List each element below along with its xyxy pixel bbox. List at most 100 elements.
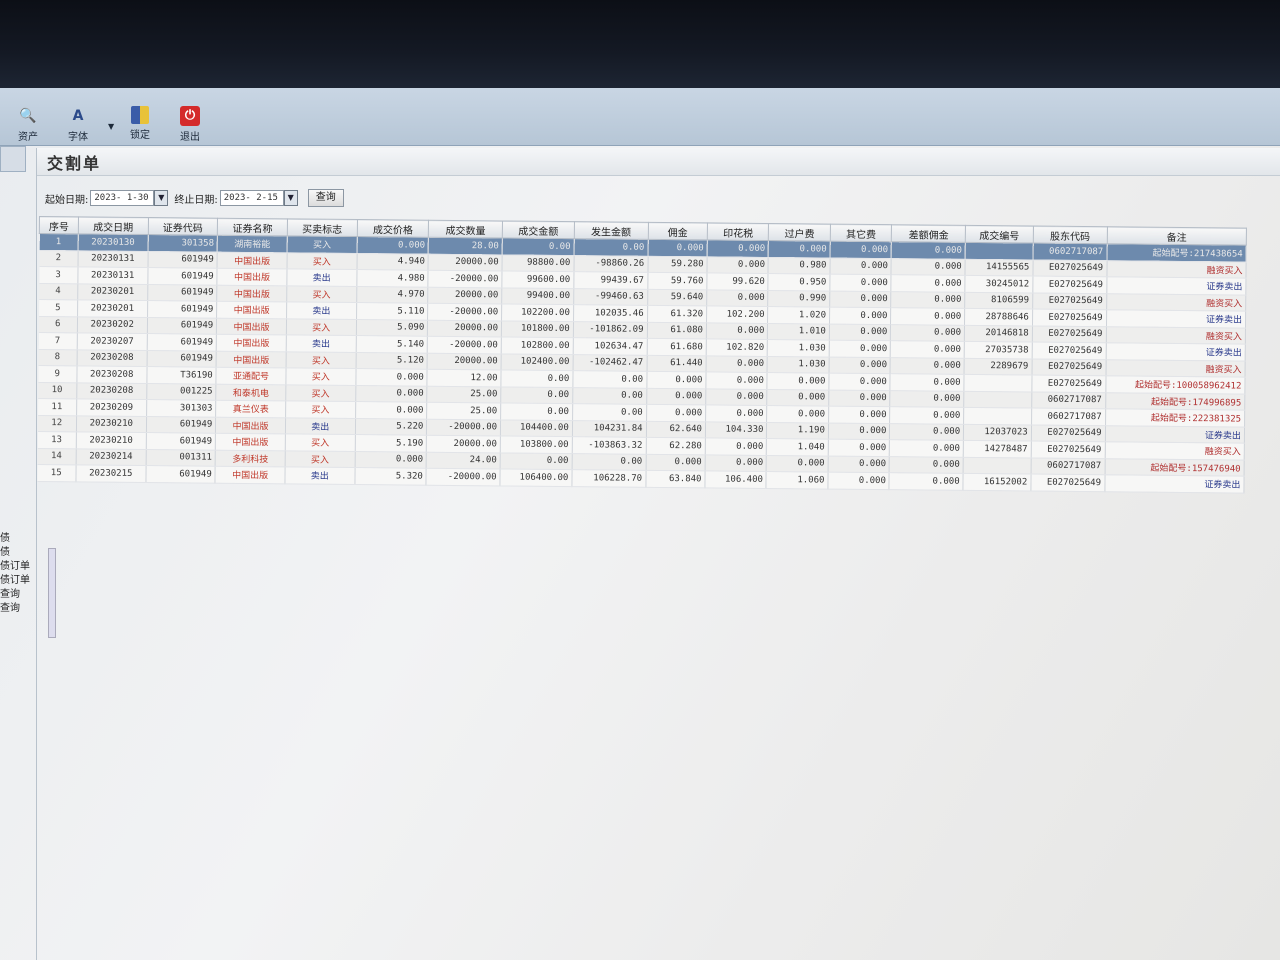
table-cell: 20230214 bbox=[76, 448, 146, 466]
column-header[interactable]: 成交日期 bbox=[78, 216, 149, 235]
table-cell: 0.000 bbox=[828, 422, 890, 440]
toolbar: 🔍 资产 A 字体 ▼ 锁定 ⏻ 退出 bbox=[0, 88, 1280, 146]
left-nav-item[interactable]: 查询 bbox=[0, 602, 40, 616]
table-cell: 2 bbox=[39, 250, 79, 267]
table-cell: 中国出版 bbox=[217, 268, 287, 286]
table-cell: 63.840 bbox=[645, 470, 706, 488]
table-cell: 0.00 bbox=[573, 238, 648, 256]
table-cell: 59.760 bbox=[647, 272, 707, 290]
left-nav-item[interactable]: 债 bbox=[0, 532, 40, 546]
column-header[interactable]: 序号 bbox=[39, 216, 79, 234]
column-header[interactable]: 印花税 bbox=[707, 222, 769, 241]
date-filter-bar: 起始日期: 2023- 1-30 ▼ 终止日期: 2023- 2-15 ▼ 查询 bbox=[45, 188, 344, 208]
table-cell: 买入 bbox=[287, 235, 357, 254]
table-body: 1 20230130 301358 湖南裕能 买入 0.000 28.00 0.00 0.00 0… bbox=[36, 233, 1247, 493]
left-nav-item[interactable]: 债 bbox=[0, 546, 40, 560]
table-cell: 1.040 bbox=[766, 438, 829, 456]
table-cell: 买入 bbox=[285, 450, 355, 468]
end-date-field[interactable]: 2023- 2-15 bbox=[219, 190, 284, 206]
lock-icon bbox=[131, 106, 149, 124]
table-cell: E027025649 bbox=[1032, 325, 1107, 343]
table-cell: 0.000 bbox=[645, 453, 706, 471]
table-cell: 5.320 bbox=[354, 467, 427, 485]
table-cell: 8 bbox=[38, 348, 78, 366]
table-cell: 5.140 bbox=[355, 335, 428, 353]
table-cell: 卖出 bbox=[284, 466, 355, 485]
font-button[interactable]: A 字体 bbox=[58, 106, 98, 146]
chevron-down-icon[interactable]: ▼ bbox=[154, 190, 169, 206]
column-header[interactable]: 成交金额 bbox=[502, 220, 575, 239]
table-cell: 证券卖出 bbox=[1106, 276, 1246, 295]
lock-button[interactable]: 锁定 bbox=[120, 106, 160, 146]
column-header[interactable]: 买卖标志 bbox=[287, 218, 358, 237]
exit-button[interactable]: ⏻ 退出 bbox=[170, 106, 210, 146]
font-dropdown-arrow-icon[interactable]: ▼ bbox=[108, 122, 114, 131]
start-date-field[interactable]: 2023- 1-30 bbox=[90, 190, 155, 206]
table-cell: 12 bbox=[37, 414, 77, 432]
table-cell: 0.000 bbox=[828, 389, 891, 407]
table-cell: 4.940 bbox=[356, 253, 429, 271]
table-cell: 0.000 bbox=[827, 472, 890, 490]
query-button[interactable]: 查询 bbox=[307, 189, 344, 207]
table-cell: 0.000 bbox=[828, 406, 891, 424]
table-cell: 27035738 bbox=[964, 341, 1033, 359]
assets-button[interactable]: 🔍 资产 bbox=[8, 106, 48, 146]
column-header[interactable]: 股东代码 bbox=[1033, 226, 1107, 244]
table-cell: 11 bbox=[37, 398, 77, 416]
table-cell: 5 bbox=[38, 299, 78, 317]
table-cell: 1 bbox=[39, 233, 79, 251]
table-cell: 8106599 bbox=[964, 291, 1033, 310]
table-cell: 62.640 bbox=[645, 420, 706, 438]
table-cell bbox=[963, 407, 1032, 425]
table-cell: 1.190 bbox=[766, 421, 829, 440]
table-cell: 30245012 bbox=[964, 275, 1033, 293]
left-nav-item[interactable]: 债订单 bbox=[0, 574, 40, 588]
column-header[interactable]: 发生金额 bbox=[574, 221, 649, 240]
column-header[interactable]: 其它费 bbox=[830, 224, 892, 242]
column-header[interactable]: 成交编号 bbox=[965, 225, 1034, 244]
table-cell: 104231.84 bbox=[572, 420, 647, 438]
table-cell: 14278487 bbox=[963, 440, 1032, 458]
table-cell: 5.120 bbox=[355, 352, 428, 370]
power-icon: ⏻ bbox=[180, 106, 200, 126]
table-cell: 0602717087 bbox=[1031, 391, 1106, 409]
table-cell: 14 bbox=[37, 447, 77, 465]
table-cell: 20230208 bbox=[76, 382, 147, 400]
table-cell: 24.00 bbox=[426, 451, 501, 469]
table-cell: 101800.00 bbox=[501, 320, 574, 338]
left-nav-item[interactable]: 债订单 bbox=[0, 560, 40, 574]
table-cell: 0602717087 bbox=[1032, 243, 1107, 261]
table-cell: -20000.00 bbox=[427, 303, 502, 321]
table-cell: 证券卖出 bbox=[1105, 342, 1246, 361]
column-header[interactable]: 佣金 bbox=[647, 222, 708, 240]
table-cell: 20230207 bbox=[77, 332, 147, 351]
table-cell: 起始配号:174996895 bbox=[1105, 392, 1245, 411]
table-cell bbox=[965, 242, 1034, 260]
table-cell: 买入 bbox=[285, 433, 356, 452]
column-header[interactable]: 过户费 bbox=[768, 223, 831, 242]
column-header[interactable]: 成交数量 bbox=[428, 220, 503, 238]
table-cell: 0.000 bbox=[828, 455, 890, 473]
left-nav-toggle[interactable] bbox=[0, 146, 26, 172]
table-cell: 301303 bbox=[146, 399, 217, 417]
table-cell: 0.00 bbox=[572, 370, 647, 388]
table-cell: 5.110 bbox=[356, 302, 429, 320]
table-cell: 0.000 bbox=[705, 404, 768, 422]
left-nav-item[interactable]: 查询 bbox=[0, 588, 40, 602]
column-header[interactable]: 成交价格 bbox=[356, 219, 429, 238]
column-header[interactable]: 证券名称 bbox=[217, 218, 288, 236]
column-header[interactable]: 差额佣金 bbox=[891, 224, 966, 243]
table-cell: -20000.00 bbox=[427, 336, 502, 354]
column-header[interactable]: 备注 bbox=[1106, 226, 1247, 246]
column-header[interactable]: 证券代码 bbox=[147, 217, 218, 236]
table-cell: 0.000 bbox=[706, 355, 768, 373]
table-cell: 0.000 bbox=[889, 472, 964, 490]
table-cell: 中国出版 bbox=[215, 416, 286, 434]
page-title: 交割单 bbox=[47, 154, 102, 173]
table-cell: 001311 bbox=[145, 449, 216, 467]
table-cell: 0.000 bbox=[891, 274, 966, 292]
table-cell: 0.000 bbox=[767, 388, 829, 407]
chevron-down-icon[interactable]: ▼ bbox=[283, 190, 298, 206]
table-cell: 601949 bbox=[146, 350, 217, 368]
table-cell: 20000.00 bbox=[428, 286, 502, 304]
